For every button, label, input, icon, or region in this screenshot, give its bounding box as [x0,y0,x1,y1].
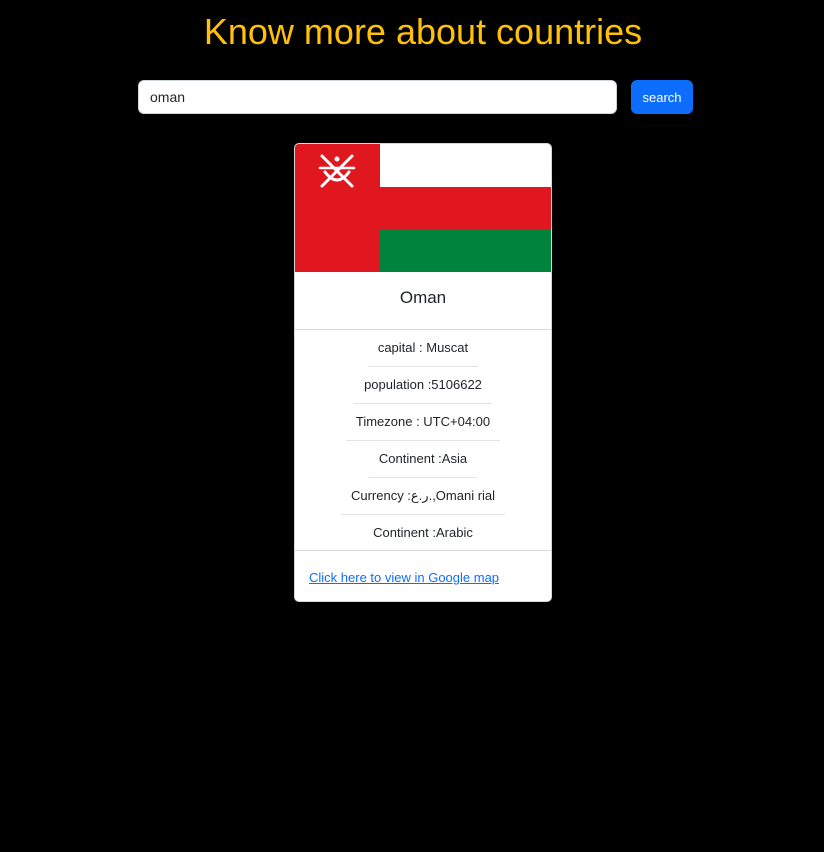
detail-timezone: Timezone : UTC+04:00 [295,404,551,441]
detail-capital: capital : Muscat [295,330,551,367]
country-details-list: capital : Muscat population :5106622 Tim… [295,330,551,552]
detail-continent: Continent :Asia [295,441,551,478]
flag-green-band [380,229,551,272]
search-button[interactable]: search [631,80,693,114]
detail-language: Continent :Arabic [295,515,551,552]
card-divider [295,550,551,551]
detail-text: capital : Muscat [367,330,479,367]
country-name: Oman [399,288,447,307]
page-title: Know more about countries [203,11,643,52]
detail-text: Continent :Asia [368,441,478,478]
flag-white-band [380,144,551,187]
country-card: Oman capital : Muscat population :510662… [294,143,552,602]
detail-text: Currency :ر.ع.,Omani rial [340,478,506,515]
detail-population: population :5106622 [295,367,551,404]
detail-text: Timezone : UTC+04:00 [345,404,501,441]
google-map-link[interactable]: Click here to view in Google map [309,569,499,587]
search-input[interactable] [138,80,617,114]
detail-currency: Currency :ر.ع.,Omani rial [295,478,551,515]
detail-text: Continent :Arabic [373,525,473,540]
page: Know more about countries search Oman ca… [0,0,824,852]
detail-text: population :5106622 [354,367,492,404]
flag-emblem-icon [318,154,356,188]
country-flag-image [295,144,551,272]
